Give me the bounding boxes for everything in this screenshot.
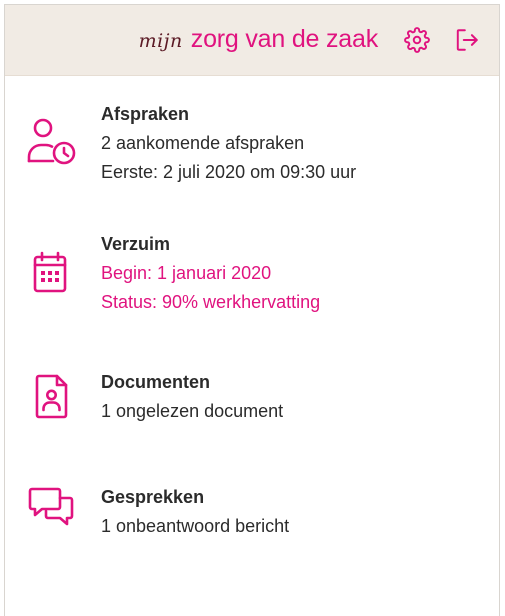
item-line: Begin: 1 januari 2020 — [101, 263, 272, 283]
list-item-verzuim[interactable]: Verzuim Begin: 1 januari 2020 Status: 90… — [5, 227, 499, 327]
item-title: Afspraken — [101, 104, 190, 124]
list-item-gesprekken[interactable]: Gesprekken 1 onbeantwoord bericht — [5, 480, 499, 552]
gesprekken-text: Gesprekken 1 onbeantwoord bericht — [101, 482, 289, 541]
item-line: 1 onbeantwoord bericht — [101, 516, 290, 536]
list-item-documenten[interactable]: Documenten 1 ongelezen document — [5, 365, 499, 437]
logo[interactable]: mijn zorg van de zaak — [138, 25, 379, 54]
item-line: Status: 90% werkhervatting — [101, 292, 321, 312]
item-title: Documenten — [101, 372, 211, 392]
item-line: 1 ongelezen document — [101, 401, 284, 421]
item-title: Verzuim — [101, 234, 171, 254]
item-line: 2 aankomende afspraken — [101, 133, 305, 153]
document-user-icon — [25, 369, 79, 423]
header: mijn zorg van de zaak — [5, 5, 499, 76]
logout-icon[interactable] — [454, 27, 480, 53]
afspraken-text: Afspraken 2 aankomende afspraken Eerste:… — [101, 99, 356, 187]
calendar-icon — [25, 247, 79, 301]
app-panel: mijn zorg van de zaak Afspraken 2 aankom… — [4, 4, 500, 616]
logo-main: zorg van de zaak — [190, 25, 378, 53]
list-item-afspraken[interactable]: Afspraken 2 aankomende afspraken Eerste:… — [5, 97, 499, 197]
logo-prefix: mijn — [138, 30, 183, 52]
item-title: Gesprekken — [101, 487, 205, 507]
chat-bubbles-icon — [25, 480, 79, 534]
documenten-text: Documenten 1 ongelezen document — [101, 367, 283, 426]
item-line: Eerste: 2 juli 2020 om 09:30 uur — [101, 162, 357, 182]
verzuim-text: Verzuim Begin: 1 januari 2020 Status: 90… — [101, 229, 320, 317]
gear-icon[interactable] — [404, 27, 430, 53]
user-clock-icon — [25, 115, 79, 169]
